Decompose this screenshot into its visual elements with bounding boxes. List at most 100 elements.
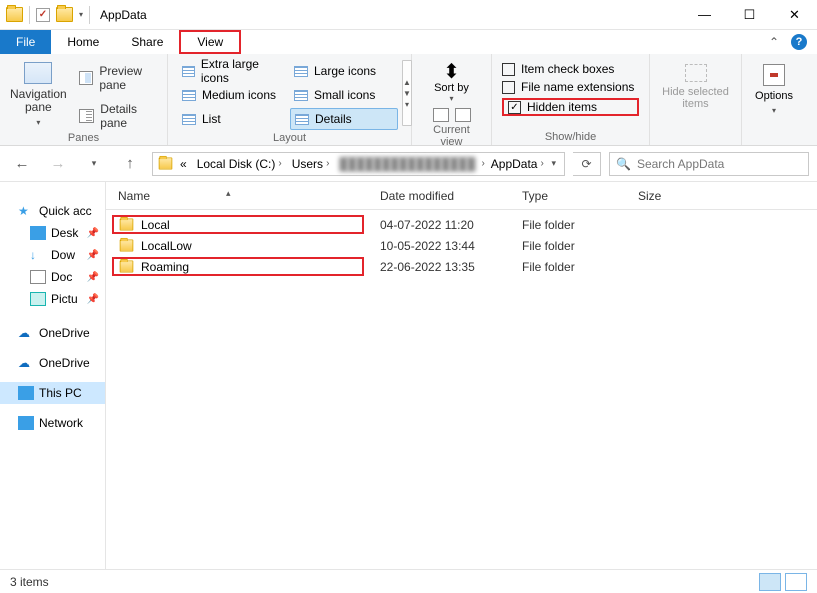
tab-view[interactable]: View bbox=[179, 30, 241, 54]
minimize-button[interactable]: — bbox=[682, 0, 727, 29]
recent-dropdown[interactable]: ▾ bbox=[80, 150, 108, 178]
tree-network[interactable]: Network bbox=[0, 412, 105, 434]
search-box[interactable]: 🔍 Search AppData bbox=[609, 152, 809, 176]
tree-documents[interactable]: Doc📌 bbox=[0, 266, 105, 288]
tree-onedrive-2[interactable]: ☁OneDrive bbox=[0, 352, 105, 374]
layout-large[interactable]: Large icons bbox=[290, 60, 398, 82]
pin-icon: 📌 bbox=[87, 250, 99, 261]
preview-pane-icon bbox=[79, 71, 94, 85]
tree-doc-label: Doc bbox=[51, 270, 72, 284]
tree-pictures[interactable]: Pictu📌 bbox=[0, 288, 105, 310]
layout-small[interactable]: Small icons bbox=[290, 84, 398, 106]
file-name: Roaming bbox=[141, 260, 189, 274]
tree-pc-label: This PC bbox=[39, 386, 82, 400]
col-type[interactable]: Type bbox=[510, 189, 626, 203]
help-icon[interactable]: ? bbox=[791, 34, 807, 50]
add-columns-button[interactable] bbox=[455, 108, 471, 122]
chevron-right-icon: › bbox=[481, 158, 484, 169]
view-details-button[interactable] bbox=[759, 573, 781, 591]
col-date[interactable]: Date modified bbox=[368, 189, 510, 203]
cell-type: File folder bbox=[510, 239, 626, 253]
table-row[interactable]: Local04-07-2022 11:20File folder bbox=[106, 214, 817, 235]
layout-scroll[interactable]: ▲▼▾ bbox=[402, 60, 412, 126]
tree-quick-access[interactable]: ★Quick acc bbox=[0, 200, 105, 222]
qat-new-folder-button[interactable] bbox=[56, 7, 73, 22]
group-show-hide: Item check boxes File name extensions ✓H… bbox=[492, 54, 650, 145]
tab-home[interactable]: Home bbox=[51, 30, 115, 54]
item-check-boxes-toggle[interactable]: Item check boxes bbox=[502, 62, 639, 76]
cell-type: File folder bbox=[510, 218, 626, 232]
crumb-overflow[interactable]: « bbox=[176, 157, 191, 171]
pictures-icon bbox=[30, 292, 46, 306]
navigation-pane-label: Navigation pane bbox=[10, 88, 67, 114]
layout-extra-large[interactable]: Extra large icons bbox=[178, 60, 286, 82]
document-icon bbox=[30, 270, 46, 284]
group-layout: Extra large icons Large icons Medium ico… bbox=[168, 54, 412, 145]
group-hide: Hide selected items bbox=[650, 54, 742, 145]
tree-this-pc[interactable]: This PC bbox=[0, 382, 105, 404]
chevron-right-icon: › bbox=[540, 158, 543, 169]
grid-icon bbox=[182, 66, 195, 77]
address-dropdown-icon[interactable]: ▾ bbox=[551, 158, 560, 169]
details-pane-button[interactable]: Details pane bbox=[79, 102, 157, 130]
cloud-icon: ☁ bbox=[18, 326, 34, 340]
tree-downloads[interactable]: ↓Dow📌 bbox=[0, 244, 105, 266]
network-icon bbox=[18, 416, 34, 430]
col-size[interactable]: Size bbox=[626, 189, 726, 203]
group-by-button[interactable] bbox=[433, 108, 449, 122]
sort-asc-icon: ▴ bbox=[226, 188, 231, 199]
table-row[interactable]: Roaming22-06-2022 13:35File folder bbox=[106, 256, 817, 277]
tree-dl-label: Dow bbox=[51, 248, 75, 262]
pin-icon: 📌 bbox=[87, 228, 99, 239]
tree-desktop[interactable]: Desk 📌 bbox=[0, 222, 105, 244]
cell-date: 04-07-2022 11:20 bbox=[368, 218, 510, 232]
grid-icon bbox=[294, 66, 308, 77]
maximize-button[interactable]: ☐ bbox=[727, 0, 772, 29]
ribbon-collapse-icon[interactable]: ⌃ bbox=[769, 35, 779, 49]
chevron-down-icon: ▾ bbox=[449, 94, 453, 103]
overflow-label: « bbox=[180, 157, 187, 171]
crumb-users[interactable]: Users› bbox=[288, 157, 334, 171]
col-name[interactable]: ▴Name bbox=[106, 189, 368, 203]
item-checkboxes-label: Item check boxes bbox=[521, 62, 614, 76]
breadcrumb[interactable]: « Local Disk (C:)› Users› ██████████████… bbox=[152, 152, 565, 176]
folder-icon bbox=[120, 261, 134, 273]
tree-onedrive-1[interactable]: ☁ OneDrive bbox=[0, 322, 105, 344]
view-large-icons-button[interactable] bbox=[785, 573, 807, 591]
cell-name: Roaming bbox=[106, 259, 368, 274]
tree-od1-label: OneDrive bbox=[39, 326, 90, 340]
layout-details[interactable]: Details bbox=[290, 108, 398, 130]
cell-date: 10-05-2022 13:44 bbox=[368, 239, 510, 253]
chevron-right-icon: › bbox=[278, 158, 281, 169]
preview-pane-button[interactable]: Preview pane bbox=[79, 64, 157, 92]
crumb-redacted[interactable]: ████████████████ bbox=[335, 157, 479, 171]
options-button[interactable]: Options ▾ bbox=[752, 58, 796, 115]
tab-share[interactable]: Share bbox=[115, 30, 179, 54]
crumb-c[interactable]: Local Disk (C:)› bbox=[193, 157, 286, 171]
chevron-down-icon: ▼ bbox=[403, 89, 411, 98]
table-row[interactable]: LocalLow10-05-2022 13:44File folder bbox=[106, 235, 817, 256]
list-icon bbox=[182, 114, 196, 125]
refresh-button[interactable]: ⟳ bbox=[573, 152, 601, 176]
layout-list[interactable]: List bbox=[178, 108, 286, 130]
tree-desktop-label: Desk bbox=[51, 226, 78, 240]
tree-pic-label: Pictu bbox=[51, 292, 78, 306]
sort-by-button[interactable]: ⬍ Sort by ▾ bbox=[434, 62, 469, 103]
qat-dropdown-icon[interactable]: ▾ bbox=[79, 10, 83, 19]
layout-medium[interactable]: Medium icons bbox=[178, 84, 286, 106]
cell-name: Local bbox=[106, 217, 368, 232]
file-extensions-toggle[interactable]: File name extensions bbox=[502, 80, 639, 94]
back-button[interactable]: ← bbox=[8, 150, 36, 178]
crumb-appdata[interactable]: AppData› bbox=[487, 157, 548, 171]
window-title: AppData bbox=[100, 8, 147, 22]
qat-properties-button[interactable]: ✓ bbox=[36, 8, 50, 22]
crumb-users-label: Users bbox=[292, 157, 323, 171]
tab-file[interactable]: File bbox=[0, 30, 51, 54]
chevron-up-icon: ▲ bbox=[403, 78, 411, 87]
navigation-pane-button[interactable]: Navigation pane ▾ bbox=[10, 58, 67, 130]
up-button[interactable]: ↑ bbox=[116, 150, 144, 178]
close-button[interactable]: ✕ bbox=[772, 0, 817, 29]
file-ext-label: File name extensions bbox=[521, 80, 634, 94]
hidden-items-toggle[interactable]: ✓Hidden items bbox=[502, 98, 639, 116]
group-layout-label: Layout bbox=[178, 130, 401, 144]
